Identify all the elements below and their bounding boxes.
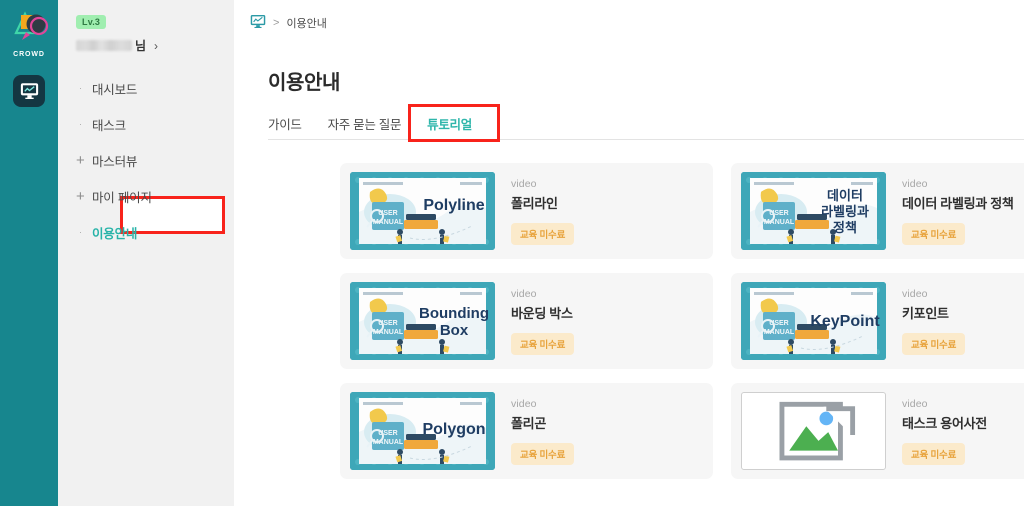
tutorial-kind: video bbox=[511, 287, 537, 300]
tutorial-title: 태스크 용어사전 bbox=[902, 415, 987, 431]
tutorial-title: 바운딩 박스 bbox=[511, 305, 573, 321]
breadcrumb-home-icon[interactable] bbox=[250, 14, 266, 32]
tutorial-card[interactable]: USER MANUAL bbox=[731, 273, 1024, 369]
svg-text:데이터: 데이터 bbox=[827, 188, 863, 203]
tutorial-thumbnail[interactable]: USER MANUAL bbox=[350, 392, 495, 470]
svg-text:Bounding: Bounding bbox=[419, 305, 489, 322]
sidebar-nav: · 대시보드 · 태스크 + 마스터뷰 + 마이 페이지 · 이용안내 bbox=[58, 70, 234, 250]
breadcrumb-separator: > bbox=[273, 17, 280, 29]
broken-image-icon bbox=[746, 397, 885, 469]
svg-text:Polygon: Polygon bbox=[422, 421, 485, 438]
crowd-logo-icon[interactable] bbox=[6, 6, 52, 52]
tutorial-title: 데이터 라벨링과 정책 bbox=[902, 195, 1014, 211]
status-badge: 교육 미수료 bbox=[511, 442, 575, 465]
tutorial-card[interactable]: USER MANUAL bbox=[340, 163, 713, 259]
bullet-icon: · bbox=[79, 226, 82, 237]
tutorial-card-body: video 바운딩 박스 교육 미수료 bbox=[495, 287, 575, 355]
svg-text:Polyline: Polyline bbox=[423, 197, 484, 214]
tutorial-thumbnail[interactable]: USER MANUAL bbox=[350, 282, 495, 360]
icon-rail: CROWD bbox=[0, 0, 58, 506]
tutorial-title: 키포인트 bbox=[902, 305, 949, 321]
svg-text:정책: 정책 bbox=[833, 220, 857, 235]
tab-bar-divider bbox=[268, 139, 1024, 140]
svg-text:라벨링과: 라벨링과 bbox=[821, 204, 869, 219]
plus-icon: + bbox=[76, 187, 85, 205]
user-name-suffix: 님 bbox=[135, 39, 147, 53]
bullet-icon: · bbox=[79, 82, 82, 93]
tab-faq[interactable]: 자주 묻는 질문 bbox=[328, 114, 402, 141]
tutorial-thumbnail[interactable]: USER MANUAL bbox=[741, 282, 886, 360]
sidebar-item-label: 마이 페이지 bbox=[92, 190, 152, 205]
tutorial-kind: video bbox=[511, 397, 537, 410]
level-badge: Lv.3 bbox=[76, 15, 107, 29]
sidebar-item-label: 태스크 bbox=[92, 118, 126, 133]
sidebar-item-guide[interactable]: · 이용안내 bbox=[58, 214, 234, 250]
tutorial-card-body: video 태스크 용어사전 교육 미수료 bbox=[886, 398, 987, 465]
user-block[interactable]: Lv.3 님 › bbox=[58, 10, 234, 54]
breadcrumb: > 이용안내 bbox=[234, 0, 1024, 32]
tutorial-card-body: video 데이터 라벨링과 정책 교육 미수료 bbox=[886, 178, 1014, 245]
tutorial-kind: video bbox=[902, 287, 928, 300]
user-name-redacted bbox=[76, 40, 132, 51]
status-badge: 교육 미수료 bbox=[902, 442, 966, 465]
sidebar-item-masterview[interactable]: + 마스터뷰 bbox=[58, 142, 234, 178]
tutorial-card[interactable]: USER MANUAL bbox=[731, 163, 1024, 259]
main-content: > 이용안내 이용안내 가이드 자주 묻는 질문 튜토리얼 USER MANUA… bbox=[234, 0, 1024, 506]
tutorial-card[interactable]: USER MANUAL bbox=[340, 273, 713, 369]
tutorial-thumbnail[interactable]: USER MANUAL bbox=[741, 172, 886, 250]
tutorial-card-body: video 폴리라인 교육 미수료 bbox=[495, 177, 575, 245]
tutorial-card[interactable]: USER MANUAL bbox=[340, 383, 713, 479]
status-badge: 교육 미수료 bbox=[902, 332, 966, 355]
tutorial-title: 폴리곤 bbox=[511, 415, 546, 431]
tutorial-card[interactable]: video 태스크 용어사전 교육 미수료 bbox=[731, 383, 1024, 479]
breadcrumb-current[interactable]: 이용안내 bbox=[286, 15, 326, 31]
sidebar-item-label: 이용안내 bbox=[92, 226, 138, 241]
brand-wordmark: CROWD bbox=[13, 51, 45, 58]
tab-tutorial[interactable]: 튜토리얼 bbox=[425, 114, 474, 141]
svg-text:KeyPoint: KeyPoint bbox=[810, 313, 880, 330]
sidebar-item-dashboard[interactable]: · 대시보드 bbox=[58, 70, 234, 106]
tutorial-card-body: video 폴리곤 교육 미수료 bbox=[495, 397, 575, 465]
sidebar-item-mypage[interactable]: + 마이 페이지 bbox=[58, 178, 234, 214]
status-badge: 교육 미수료 bbox=[511, 222, 575, 245]
tutorial-kind: video bbox=[902, 177, 928, 190]
sidebar-menu: Lv.3 님 › · 대시보드 · 태스크 + 마스터뷰 + 마이 페이지 · … bbox=[58, 0, 234, 506]
tutorial-card-grid: USER MANUAL Polyline video 폴리라인 교육 미수료 U… bbox=[234, 163, 1024, 479]
sidebar-item-label: 마스터뷰 bbox=[92, 154, 138, 169]
user-name-row[interactable]: 님 › bbox=[76, 37, 234, 54]
tutorial-kind: video bbox=[902, 397, 928, 410]
tab-bar: 가이드 자주 묻는 질문 튜토리얼 bbox=[268, 111, 1024, 141]
tutorial-thumbnail-broken[interactable] bbox=[741, 392, 886, 470]
plus-icon: + bbox=[76, 151, 85, 169]
svg-text:Box: Box bbox=[440, 322, 469, 339]
sidebar-item-task[interactable]: · 태스크 bbox=[58, 106, 234, 142]
chevron-right-icon[interactable]: › bbox=[154, 39, 158, 53]
app-root: CROWD Lv.3 님 › · 대시보드 · 태스크 + 마스터뷰 + 마이 … bbox=[0, 0, 1024, 506]
status-badge: 교육 미수료 bbox=[511, 332, 575, 355]
status-badge: 교육 미수료 bbox=[902, 222, 966, 245]
tutorial-title: 폴리라인 bbox=[511, 195, 558, 211]
tutorial-thumbnail[interactable]: USER MANUAL bbox=[350, 172, 495, 250]
tab-guide[interactable]: 가이드 bbox=[268, 114, 302, 141]
tutorial-card-body: video 키포인트 교육 미수료 bbox=[886, 287, 966, 355]
bullet-icon: · bbox=[79, 118, 82, 129]
workspace-icon-button[interactable] bbox=[13, 75, 45, 107]
sidebar-item-label: 대시보드 bbox=[92, 82, 138, 97]
tutorial-kind: video bbox=[511, 177, 537, 190]
page-title: 이용안내 bbox=[268, 72, 340, 94]
